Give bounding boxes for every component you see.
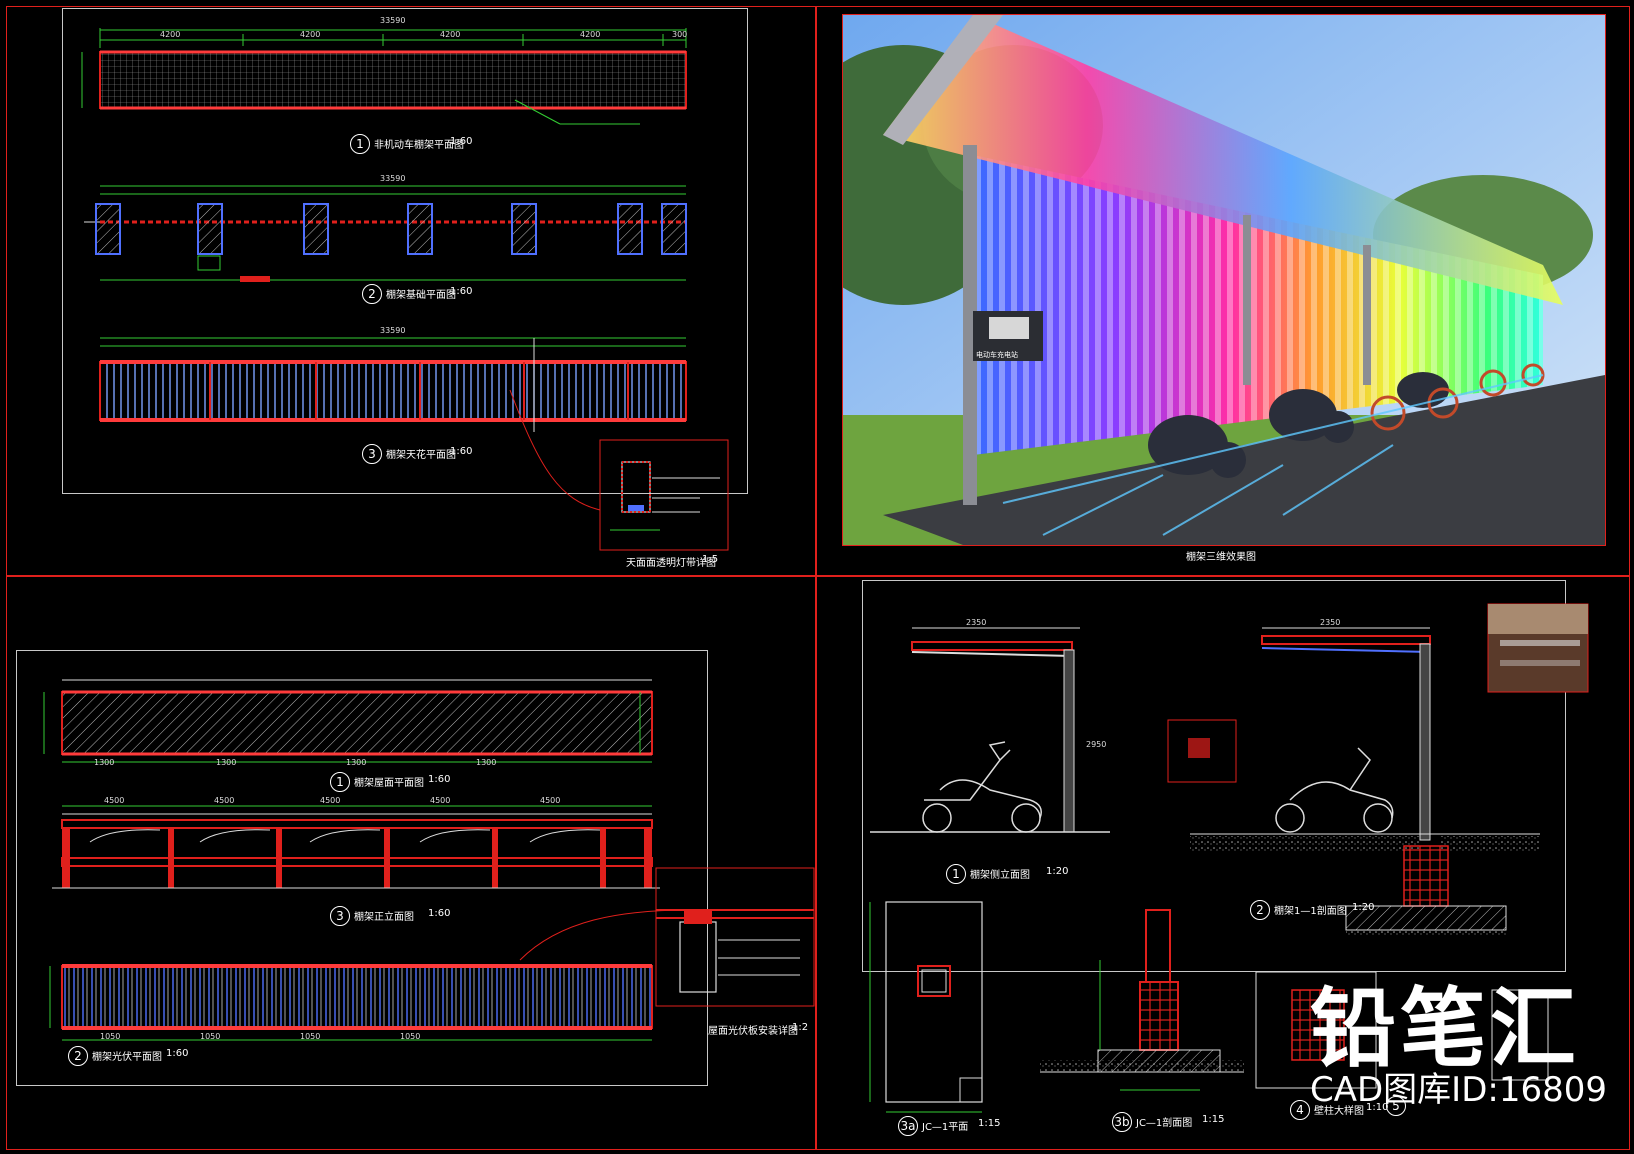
drawing-scale: 1:20 [1046, 866, 1069, 877]
drawing-title: 棚架天花平面图 [386, 450, 456, 461]
dimension-span: 4500 [430, 796, 451, 805]
detail-pv-mount [655, 867, 815, 1007]
dimension-span: 4500 [104, 796, 125, 805]
render-title: 棚架三维效果图 [1186, 552, 1256, 563]
drawing-scale: 1:15 [978, 1118, 1001, 1129]
dimension-pv: 1050 [200, 1032, 221, 1041]
drawing-title: 棚架侧立面图 [970, 870, 1030, 881]
elev-pv-plan [49, 909, 691, 1041]
drawing-scale: 1:60 [450, 286, 473, 297]
dimension-total: 33590 [380, 326, 406, 335]
drawing-title: 棚架光伏平面图 [92, 1052, 162, 1063]
drawing-title: 棚架屋面平面图 [354, 778, 424, 789]
detail-light-strip [599, 439, 729, 551]
library-id: CAD图库ID:16809 [1310, 1070, 1608, 1110]
dimension-bay: 1300 [346, 758, 367, 767]
drawing-number-2: 2 [1250, 900, 1270, 920]
dimension-span: 4200 [440, 30, 461, 39]
drawing-scale: 1:60 [428, 774, 451, 785]
dimension-bay: 1300 [216, 758, 237, 767]
dimension-bay: 1300 [94, 758, 115, 767]
drawing-title: JC—1剖面图 [1136, 1118, 1193, 1129]
jc1-plan [869, 901, 983, 1113]
dimension-span: 4500 [540, 796, 561, 805]
drawing-number-1: 1 [350, 134, 370, 154]
drawing-number-2: 2 [362, 284, 382, 304]
plan-ceiling [99, 337, 687, 511]
drawing-number-3b: 3b [1112, 1112, 1132, 1132]
section-1-1 [1167, 627, 1540, 936]
drawing-scale: 1:60 [450, 446, 473, 457]
jc1-section [1040, 909, 1244, 1091]
drawing-title: 屋面光伏板安装详图 [708, 1026, 798, 1037]
drawing-number-1: 1 [946, 864, 966, 884]
dimension-total: 33590 [380, 174, 406, 183]
drawing-number-2: 2 [68, 1046, 88, 1066]
plan-foundation [84, 185, 687, 282]
drawing-number-1: 1 [330, 772, 350, 792]
drawing-title: 棚架1—1剖面图 [1274, 906, 1347, 917]
drawing-scale: 1:2 [792, 1022, 809, 1033]
drawing-scale: 1:60 [450, 136, 473, 147]
drawing-scale: 1:60 [428, 908, 451, 919]
dimension-total: 33590 [380, 16, 406, 25]
drawing-title: 棚架基础平面图 [386, 290, 456, 301]
drawing-scale: 1:20 [1352, 902, 1375, 913]
drawing-scale: 1:60 [166, 1048, 189, 1059]
elev-roof-plan [43, 679, 653, 763]
dimension-span: 4200 [300, 30, 321, 39]
drawing-number-3a: 3a [898, 1116, 918, 1136]
drawing-scale: 1:15 [1202, 1114, 1225, 1125]
dimension-depth: 2350 [966, 618, 987, 627]
drawing-number-4: 4 [1290, 1100, 1310, 1120]
drawing-title: JC—1平面 [922, 1122, 969, 1133]
dimension-height: 2950 [1086, 740, 1107, 749]
charger-label: 电动车充电站 [976, 350, 1018, 359]
dimension-bay: 1300 [476, 758, 497, 767]
dimension-span: 4500 [214, 796, 235, 805]
dimension-pv: 1050 [400, 1032, 421, 1041]
dimension-pv: 1050 [300, 1032, 321, 1041]
plan-roof-grid [81, 28, 687, 125]
dimension-depth: 2350 [1320, 618, 1341, 627]
side-elevation [870, 627, 1110, 833]
drawing-title: 棚架正立面图 [354, 912, 414, 923]
dimension-end: 300 [672, 30, 688, 39]
drawing-number-3: 3 [330, 906, 350, 926]
drawing-scale: 1:5 [702, 554, 719, 565]
photo-thumbnail [1487, 603, 1589, 693]
dimension-span: 4200 [160, 30, 181, 39]
dimension-span: 4200 [580, 30, 601, 39]
render-3d-view: 电动车充电站 [842, 14, 1606, 546]
drawing-number-3: 3 [362, 444, 382, 464]
dimension-span: 4500 [320, 796, 341, 805]
dimension-pv: 1050 [100, 1032, 121, 1041]
elev-front [52, 805, 660, 889]
